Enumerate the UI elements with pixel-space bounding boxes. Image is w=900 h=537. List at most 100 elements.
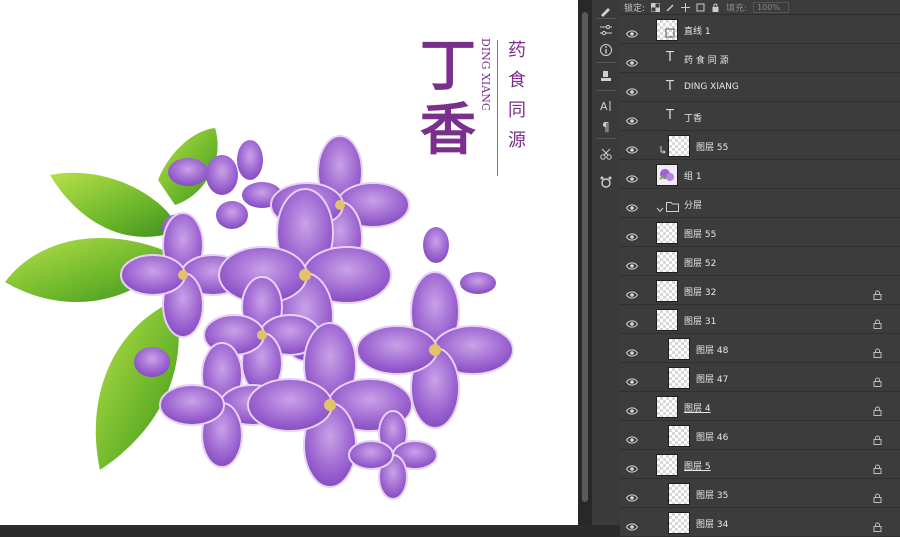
lock-transparent-icon[interactable] [651,2,661,12]
layer-row[interactable]: 图层 48 [620,334,900,363]
layer-row[interactable]: 分层 [620,189,900,218]
tool-presets-icon[interactable] [596,144,616,164]
layer-row[interactable]: 图层 4 [620,392,900,421]
lock-icon [873,430,882,445]
layer-row[interactable]: 图层 5 [620,450,900,479]
layer-thumbnail[interactable] [656,280,678,302]
layer-name[interactable]: DING XIANG [684,82,739,92]
eye-icon[interactable] [625,256,639,270]
layer-row[interactable]: T药 食 同 源 [620,44,900,73]
layer-name[interactable]: 药 食 同 源 [684,53,729,66]
canvas-scrollbar-thumb[interactable] [582,12,588,502]
layer-thumbnail[interactable] [668,367,690,389]
document-canvas[interactable]: 丁香 DING XIANG 药 食 同 源 [0,0,578,525]
adjustments-icon[interactable] [596,20,616,40]
layer-row[interactable]: 图层 47 [620,363,900,392]
lock-bar: 锁定: 填充: 100% [620,0,900,15]
layer-name[interactable]: 图层 34 [696,517,728,530]
title-latin-text: DING XIANG [479,38,492,110]
eye-icon[interactable] [625,227,639,241]
eye-icon[interactable] [625,285,639,299]
slogan-char: 源 [508,130,526,151]
chevron-down-icon[interactable] [656,199,664,213]
layer-row[interactable]: 图层 32 [620,276,900,305]
eye-icon[interactable] [625,459,639,473]
eye-icon[interactable] [625,140,639,154]
eye-icon[interactable] [625,24,639,38]
layer-name[interactable]: 丁香 [684,111,702,124]
layer-row[interactable]: 图层 34 [620,508,900,537]
lock-pixels-icon[interactable] [666,3,675,12]
clone-source-icon[interactable] [596,66,616,86]
layer-name[interactable]: 图层 46 [696,430,728,443]
eye-icon[interactable] [625,488,639,502]
layer-row[interactable]: T DING XIANG [620,73,900,102]
layer-row[interactable]: 图层 52 [620,247,900,276]
lock-icon [873,459,882,474]
lock-icon [873,372,882,387]
eye-icon[interactable] [625,198,639,212]
eye-icon[interactable] [625,111,639,125]
layer-thumbnail[interactable] [656,164,678,186]
eye-icon[interactable] [625,314,639,328]
layer-name[interactable]: 图层 35 [696,488,728,501]
layer-name[interactable]: 直线 1 [684,24,711,37]
layer-thumbnail[interactable] [656,396,678,418]
brush-settings-icon[interactable] [596,0,616,20]
layer-thumbnail[interactable] [656,251,678,273]
layer-thumbnail[interactable] [668,425,690,447]
layer-thumbnail[interactable] [668,512,690,534]
eye-icon[interactable] [625,372,639,386]
character-icon[interactable]: A [596,96,616,116]
layer-name[interactable]: 图层 55 [684,227,716,240]
layer-name[interactable]: 图层 48 [696,343,728,356]
eye-icon[interactable] [625,401,639,415]
layer-row[interactable]: T 丁香 [620,102,900,131]
lock-icon [873,488,882,503]
clipping-mask-icon [660,140,666,154]
layer-row[interactable]: 图层 55 [620,131,900,160]
layer-thumbnail[interactable] [668,338,690,360]
fill-input[interactable]: 100% [753,1,789,13]
bud [423,227,449,263]
slogan-char: 药 [508,40,526,61]
slogan-char: 食 [508,70,526,91]
layer-thumbnail[interactable] [656,309,678,331]
layer-row[interactable]: 图层 55 [620,218,900,247]
layer-name[interactable]: 图层 32 [684,285,716,298]
layer-name[interactable]: 图层 4 [684,401,711,414]
layer-name[interactable]: 分层 [684,198,702,211]
lock-artboard-icon[interactable] [696,3,705,12]
layer-name[interactable]: 组 1 [684,169,702,182]
layer-name[interactable]: 图层 55 [696,140,728,153]
layer-row[interactable]: 图层 31 [620,305,900,334]
paragraph-icon[interactable]: ¶ [596,116,616,136]
layer-thumbnail[interactable] [656,222,678,244]
layer-thumbnail[interactable] [656,454,678,476]
lock-icon [873,343,882,358]
layer-name[interactable]: 图层 52 [684,256,716,269]
layer-row[interactable]: 图层 46 [620,421,900,450]
slogan-vertical: 药 食 同 源 [505,36,529,156]
layer-row[interactable]: 图层 35 [620,479,900,508]
separator [596,90,616,91]
eye-icon[interactable] [625,343,639,357]
info-icon[interactable] [596,40,616,60]
puppet-icon[interactable] [596,172,616,192]
layer-name[interactable]: 图层 31 [684,314,716,327]
slogan-char: 同 [508,100,526,121]
layer-row[interactable]: 直线 1 [620,15,900,44]
layer-name[interactable]: 图层 47 [696,372,728,385]
layer-thumbnail[interactable] [656,19,678,41]
layer-thumbnail[interactable] [668,135,690,157]
eye-icon[interactable] [625,517,639,531]
layer-row[interactable]: 组 1 [620,160,900,189]
eye-icon[interactable] [625,430,639,444]
layer-thumbnail[interactable] [668,483,690,505]
layer-name[interactable]: 图层 5 [684,459,711,472]
eye-icon[interactable] [625,82,639,96]
lock-position-icon[interactable] [681,2,691,12]
eye-icon[interactable] [625,169,639,183]
lock-all-icon[interactable] [711,3,720,12]
eye-icon[interactable] [625,53,639,67]
